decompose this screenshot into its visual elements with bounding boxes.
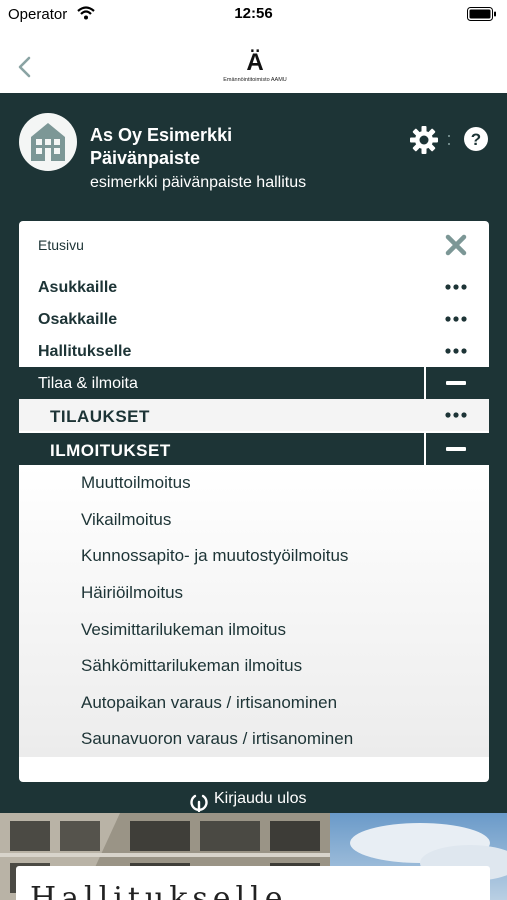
main-content: As Oy Esimerkki Päivänpaiste esimerkki p… — [0, 93, 507, 900]
power-icon — [190, 794, 208, 812]
menu-item-label: Osakkaille — [38, 311, 118, 328]
close-icon[interactable] — [444, 233, 468, 257]
status-bar: Operator 12:56 — [0, 0, 507, 30]
submenu-item-hairioilmoitus[interactable]: Häiriöilmoitus — [81, 583, 183, 603]
ilmoitukset-submenu: Muuttoilmoitus Vikailmoitus Kunnossapito… — [19, 465, 489, 757]
menu-item-tilaa-ilmoita[interactable]: Tilaa & ilmoita — [19, 367, 489, 399]
avatar — [19, 113, 77, 171]
company-logo: Ä Emännöintitoimisto AAMU — [213, 50, 297, 86]
menu-item-tilaukset[interactable]: TILAUKSET — [19, 399, 489, 431]
more-icon[interactable] — [445, 348, 467, 354]
company-title: As Oy Esimerkki Päivänpaiste — [90, 125, 233, 168]
chevron-left-icon[interactable] — [14, 52, 36, 82]
content-card: Hallitukselle — [16, 866, 490, 900]
card-title: Hallitukselle — [30, 881, 288, 900]
menu-item-osakkaille[interactable]: Osakkaille — [19, 303, 489, 335]
submenu-item-vesimittari[interactable]: Vesimittarilukeman ilmoitus — [81, 620, 286, 640]
menu-item-label: ILMOITUKSET — [50, 441, 171, 460]
collapse-icon[interactable] — [446, 447, 466, 451]
submenu-item-autopaikka[interactable]: Autopaikan varaus / irtisanominen — [81, 693, 337, 713]
svg-text:?: ? — [471, 130, 481, 149]
menu-item-ilmoitukset[interactable]: ILMOITUKSET — [19, 433, 489, 465]
collapse-icon[interactable] — [446, 381, 466, 385]
logout-button[interactable]: Kirjaudu ulos — [0, 788, 507, 816]
logo-mark: Ä — [246, 49, 264, 76]
submenu-item-vikailmoitus[interactable]: Vikailmoitus — [81, 510, 171, 530]
divider — [424, 367, 426, 399]
navigation-bar: Ä Emännöintitoimisto AAMU — [0, 30, 507, 93]
more-icon[interactable] — [445, 412, 467, 418]
submenu-item-muuttoilmoitus[interactable]: Muuttoilmoitus — [81, 473, 191, 493]
more-icon[interactable] — [445, 284, 467, 290]
menu-item-label: Tilaa & ilmoita — [38, 375, 138, 392]
gear-icon[interactable] — [409, 125, 439, 155]
menu-item-asukkaille[interactable]: Asukkaille — [19, 271, 489, 303]
submenu-item-kunnossapito[interactable]: Kunnossapito- ja muutostyöilmoitus — [81, 546, 348, 566]
menu-item-etusivu[interactable]: Etusivu — [38, 237, 84, 253]
building-photo: Hallitukselle — [0, 813, 507, 900]
header-divider — [448, 135, 450, 145]
more-icon[interactable] — [445, 316, 467, 322]
house-icon — [31, 123, 65, 161]
divider — [424, 433, 426, 465]
menu-item-label: TILAUKSET — [50, 407, 150, 426]
submenu-item-saunavuoro[interactable]: Saunavuoron varaus / irtisanominen — [81, 729, 353, 749]
clock: 12:56 — [234, 5, 273, 22]
menu-item-label: Asukkaille — [38, 279, 118, 296]
menu-item-hallitukselle[interactable]: Hallitukselle — [19, 335, 489, 367]
menu-item-label: Hallitukselle — [38, 343, 132, 360]
logout-label: Kirjaudu ulos — [214, 790, 307, 807]
battery-icon — [467, 7, 496, 21]
company-subtitle: esimerkki päivänpaiste hallitus — [90, 174, 307, 191]
submenu-item-sahkomittari[interactable]: Sähkömittarilukeman ilmoitus — [81, 656, 302, 676]
logo-text: Emännöintitoimisto AAMU — [223, 77, 287, 83]
navigation-menu: Etusivu Asukkaille Osakkaille Hallitukse… — [19, 221, 489, 782]
help-icon[interactable]: ? — [463, 126, 489, 152]
